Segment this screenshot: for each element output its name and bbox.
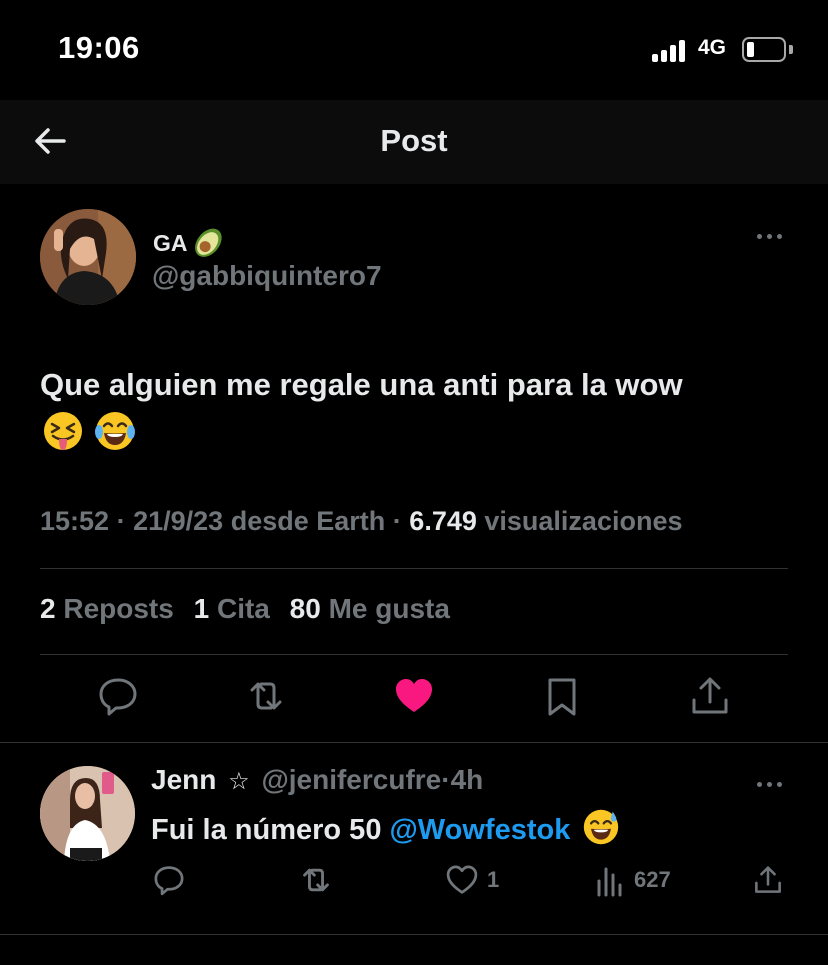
meta-separator: · (441, 764, 451, 795)
reply-text: Fui la número 50 @Wowfestok (151, 808, 620, 847)
post-actions (0, 674, 828, 730)
reply-comment-button[interactable] (152, 862, 186, 898)
engagement-stats: 2 Reposts 1 Cita 80 Me gusta (40, 593, 462, 625)
reply-actions: 1 627 (0, 862, 828, 902)
post-meta: 15:52 · 21/9/23 desde Earth · 6.749 visu… (40, 506, 683, 537)
meta-separator: · (392, 506, 402, 536)
likes-count: 80 (289, 593, 321, 624)
divider (40, 568, 788, 569)
bar-chart-icon (597, 867, 622, 897)
post-text: Que alguien me regale una anti para la w… (40, 367, 683, 402)
reply-views-count: 627 (634, 867, 671, 892)
battery-cap (789, 45, 793, 54)
display-name[interactable]: GA (153, 223, 228, 261)
comment-icon (154, 866, 184, 896)
reply-views-button[interactable]: 627 (596, 862, 671, 898)
user-handle[interactable]: @gabbiquintero7 (152, 260, 382, 292)
post-date[interactable]: 21/9/23 (133, 506, 223, 536)
avatar-photo (40, 766, 135, 861)
reply-post[interactable]: Jenn ☆ @jenifercufre·4h Fui la número 50… (0, 744, 828, 934)
reply-share-button[interactable] (752, 862, 784, 898)
reply-handle[interactable]: @jenifercufre (261, 764, 441, 795)
avatar[interactable] (40, 209, 136, 305)
reply-header: Jenn ☆ @jenifercufre·4h (151, 764, 483, 796)
reply-age: 4h (450, 764, 484, 795)
bookmark-icon (548, 678, 576, 716)
quotes-stat[interactable]: 1 Cita (194, 593, 282, 624)
quotes-count: 1 (193, 593, 210, 624)
post-emojis (42, 410, 142, 454)
display-name-text: GA (153, 230, 188, 256)
star-icon: ☆ (228, 768, 250, 795)
mention-link[interactable]: @Wowfestok (390, 814, 571, 846)
likes-label: Me gusta (328, 593, 450, 624)
status-time: 19:06 (58, 30, 140, 65)
page-title: Post (380, 123, 448, 158)
repost-icon (303, 868, 329, 892)
quotes-label: Cita (216, 593, 270, 624)
squinting-tongue-emoji-icon (44, 412, 82, 450)
likes-stat[interactable]: 80 Me gusta (290, 593, 462, 624)
sweat-smile-emoji-icon (584, 809, 619, 845)
avatar[interactable] (40, 766, 135, 861)
reposts-count: 2 (40, 593, 56, 624)
heart-icon (446, 865, 478, 894)
more-icon[interactable] (755, 772, 785, 796)
heart-icon (396, 679, 432, 712)
status-bar: 19:06 4G (0, 0, 828, 100)
post-source: desde Earth (230, 506, 386, 536)
meta-separator: · (116, 506, 126, 536)
reply-display-name[interactable]: Jenn (151, 764, 216, 795)
avocado-emoji-icon (194, 228, 222, 257)
signal-icon (652, 38, 688, 62)
network-type: 4G (698, 36, 727, 59)
share-icon (692, 677, 728, 714)
reposts-label: Reposts (63, 593, 174, 624)
like-button[interactable] (392, 674, 436, 718)
more-icon[interactable] (755, 224, 785, 248)
reply-repost-button[interactable] (298, 862, 334, 898)
nav-bar: Post (0, 100, 828, 184)
divider (0, 742, 828, 743)
share-icon (755, 866, 781, 893)
bookmark-button[interactable] (540, 674, 584, 718)
reply-text-body: Fui la número 50 (151, 814, 382, 846)
reply-like-button[interactable]: 1 (445, 862, 499, 898)
share-button[interactable] (688, 674, 732, 718)
repost-icon (250, 682, 282, 710)
views-count: 6.749 (409, 506, 477, 536)
divider (0, 934, 828, 935)
comment-icon (99, 678, 137, 716)
reposts-stat[interactable]: 2 Reposts (40, 593, 186, 624)
avatar-photo (40, 209, 136, 305)
divider (40, 654, 788, 655)
repost-button[interactable] (244, 674, 288, 718)
views-label: visualizaciones (484, 506, 683, 536)
reply-button[interactable] (96, 674, 140, 718)
post-time[interactable]: 15:52 (40, 506, 109, 536)
tears-of-joy-emoji-icon (95, 412, 136, 450)
reply-likes-count: 1 (487, 867, 500, 892)
battery-icon (742, 37, 786, 62)
